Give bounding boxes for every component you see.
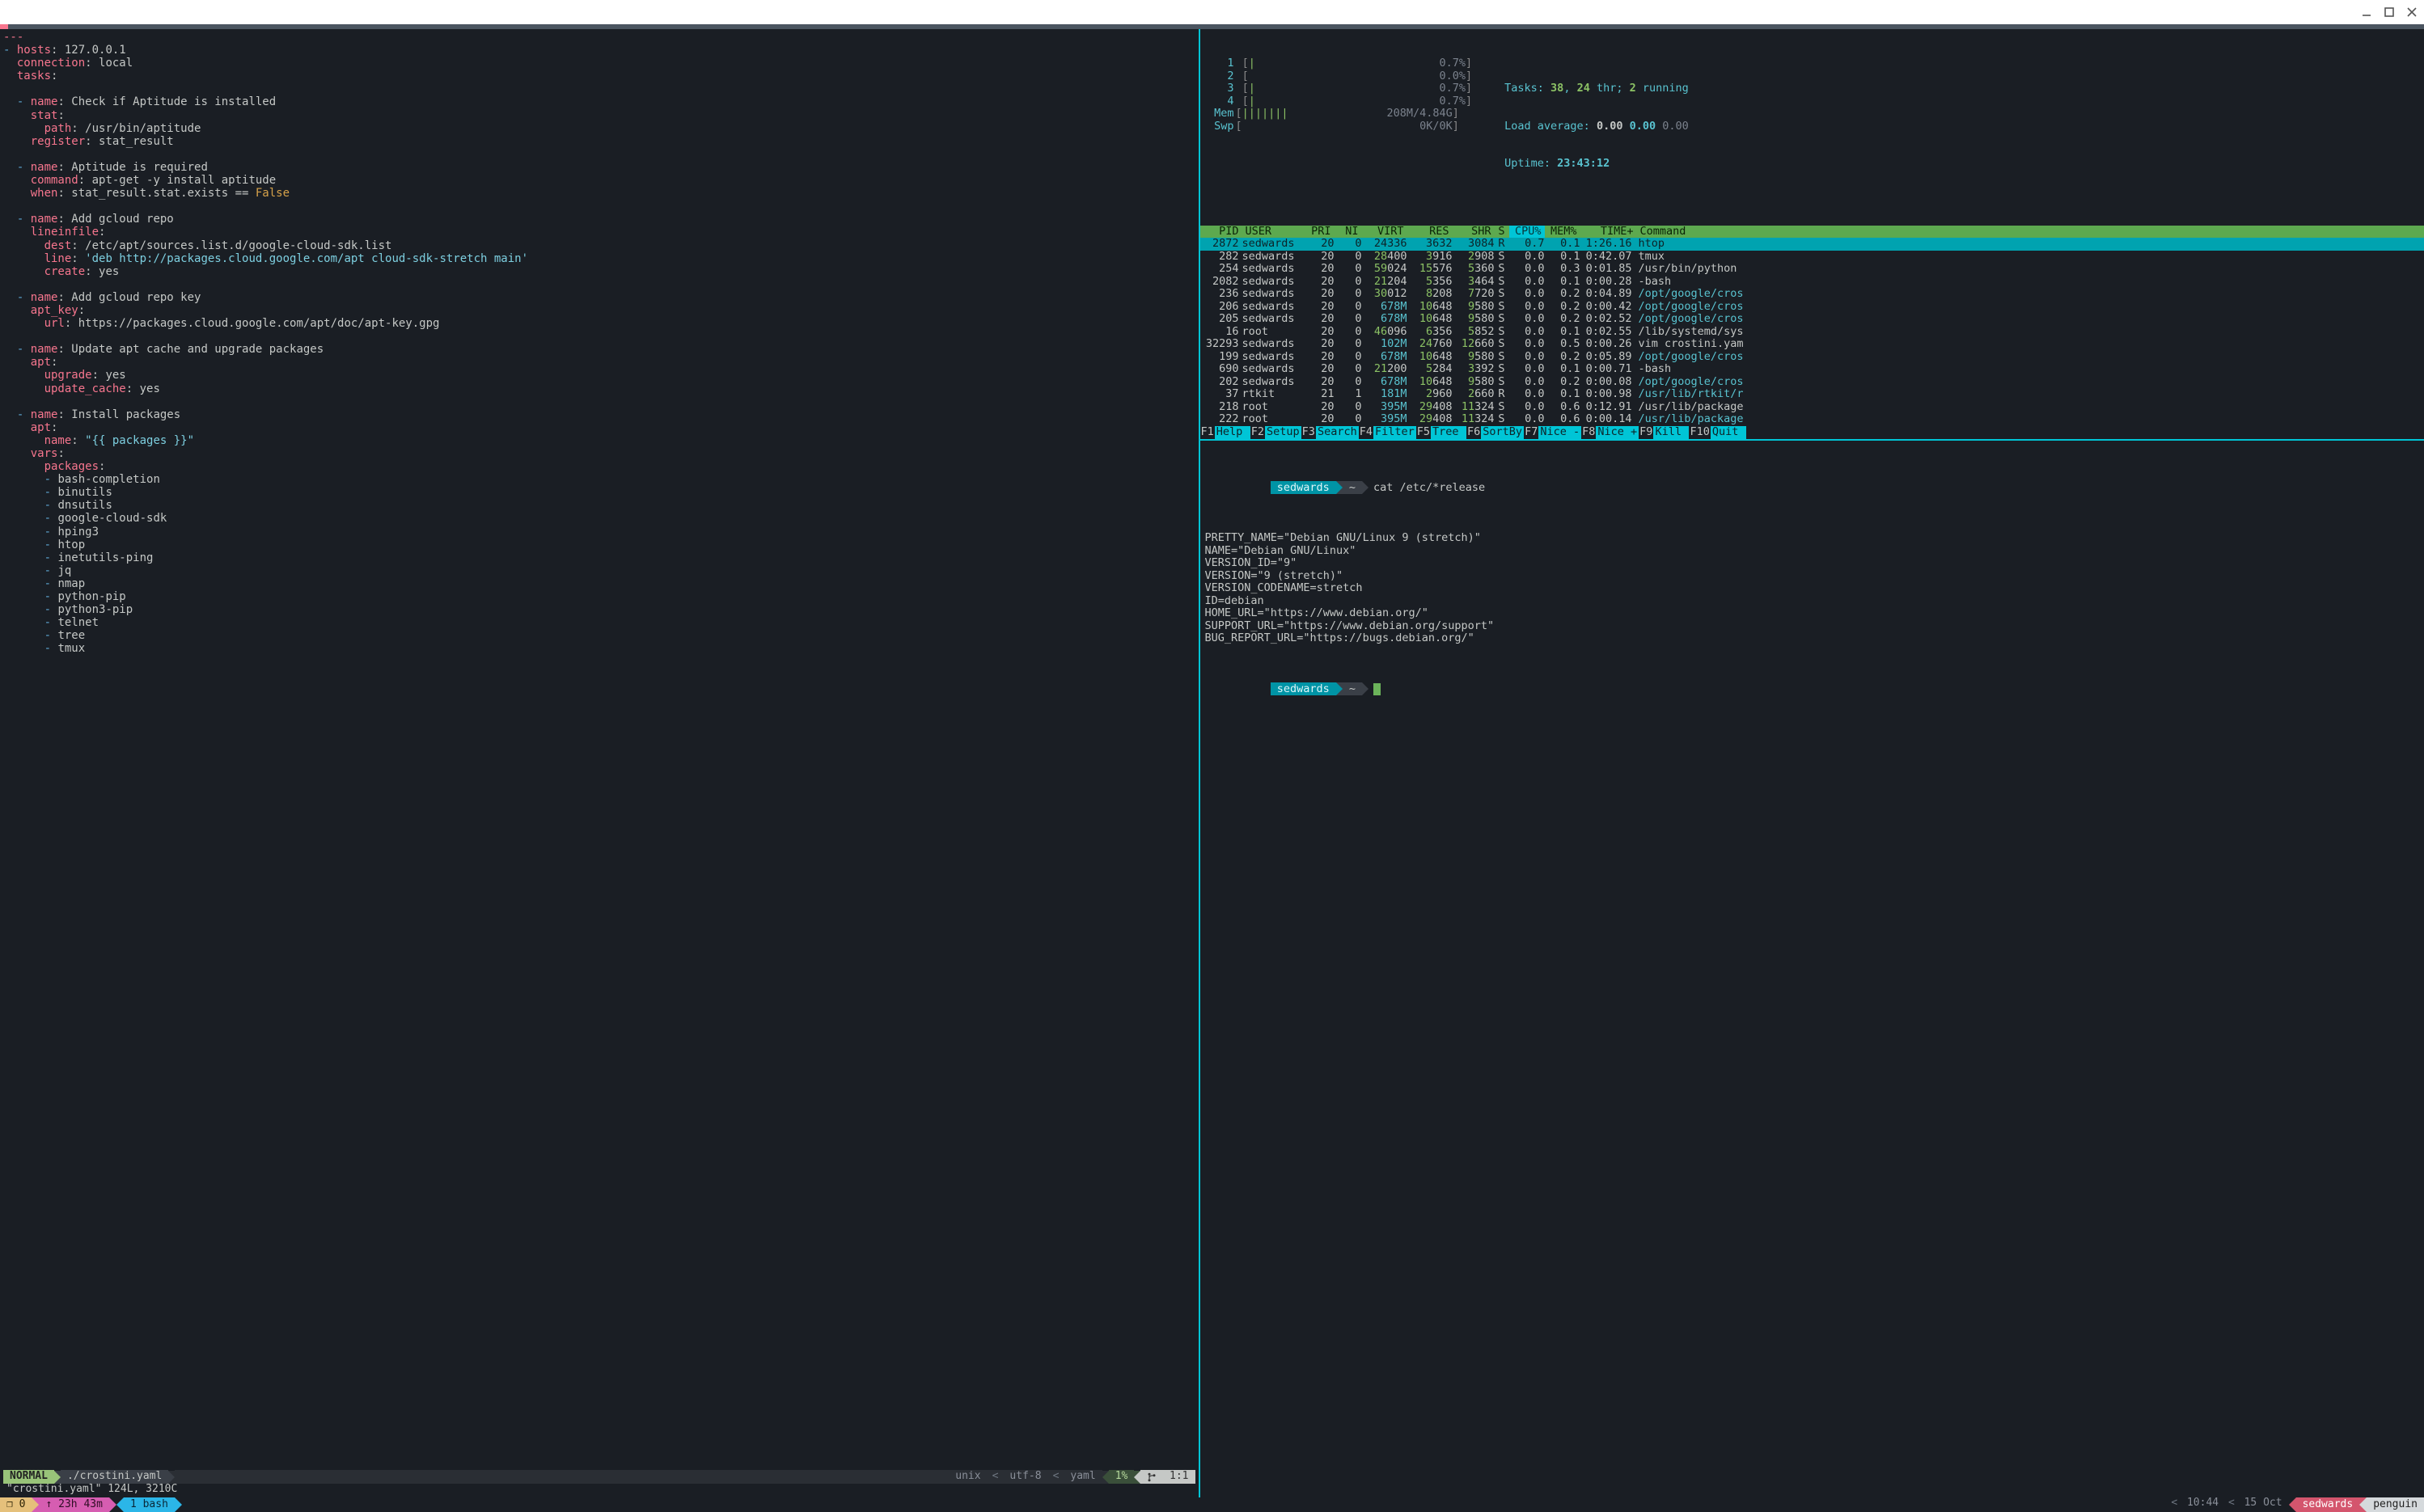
fkey-f2[interactable]: F2Setup bbox=[1250, 426, 1301, 439]
window-titlebar bbox=[0, 0, 2424, 24]
process-row[interactable]: 2872sedwards2002433636323084R0.70.11:26.… bbox=[1200, 238, 2424, 251]
fkey-f5[interactable]: F5Tree bbox=[1416, 426, 1466, 439]
process-row[interactable]: 199sedwards200678M106489580S0.00.20:05.8… bbox=[1200, 351, 2424, 364]
cursor-icon bbox=[1373, 683, 1381, 695]
fkey-f9[interactable]: F9Kill bbox=[1639, 426, 1689, 439]
fkey-f8[interactable]: F8Nice + bbox=[1581, 426, 1639, 439]
process-row[interactable]: 202sedwards200678M106489580S0.00.20:00.0… bbox=[1200, 376, 2424, 389]
vim-mode: NORMAL bbox=[3, 1470, 54, 1484]
tmux-uptime: ↑ 23h 43m bbox=[39, 1497, 108, 1512]
shell-pane[interactable]: sedwards~cat /etc/*release PRETTY_NAME="… bbox=[1200, 441, 2424, 737]
shell-prompt-line: sedwards ~ cat /etc/*release bbox=[1205, 469, 2419, 508]
process-row[interactable]: 32293sedwards200102M2476012660S0.00.50:0… bbox=[1200, 338, 2424, 351]
fkey-f7[interactable]: F7Nice - bbox=[1524, 426, 1581, 439]
maximize-icon[interactable] bbox=[2384, 6, 2395, 18]
process-row[interactable]: 16root2004609663565852S0.00.10:02.55/lib… bbox=[1200, 326, 2424, 339]
vim-percent: 1% bbox=[1109, 1470, 1135, 1484]
vim-editor-content[interactable]: ---- hosts: 127.0.0.1 connection: local … bbox=[3, 31, 1195, 1470]
vim-command-line[interactable]: "crostini.yaml" 124L, 3210C bbox=[3, 1484, 1195, 1497]
htop-meters: 1 [| 0.7%]2 [ 0.0%]3 [| 0.7%]4 [| 0.7%]M… bbox=[1205, 57, 1473, 196]
shell-prompt-line[interactable]: sedwards~ bbox=[1205, 670, 2419, 709]
close-icon[interactable] bbox=[2406, 6, 2418, 18]
htop-sysinfo: Tasks: 38, 24 thr; 2 running Load averag… bbox=[1504, 57, 1689, 196]
fkey-f1[interactable]: F1Help bbox=[1200, 426, 1250, 439]
process-row[interactable]: 2082sedwards2002120453563464S0.00.10:00.… bbox=[1200, 276, 2424, 289]
process-row[interactable]: 205sedwards200678M106489580S0.00.20:02.5… bbox=[1200, 313, 2424, 326]
process-row[interactable]: 236sedwards2003001282087720S0.00.20:04.8… bbox=[1200, 288, 2424, 301]
process-row[interactable]: 37rtkit211181M29602660R0.00.10:00.98/usr… bbox=[1200, 388, 2424, 401]
process-row[interactable]: 222root200395M2940811324S0.00.60:00.14/u… bbox=[1200, 413, 2424, 426]
prompt-user: sedwards bbox=[1271, 481, 1336, 494]
htop-function-keys[interactable]: F1Help F2Setup F3SearchF4FilterF5Tree F6… bbox=[1200, 426, 2424, 439]
vim-line-col: 1:1 bbox=[1140, 1470, 1195, 1484]
vim-pane[interactable]: ---- hosts: 127.0.0.1 connection: local … bbox=[0, 29, 1200, 1497]
fkey-f6[interactable]: F6SortBy bbox=[1466, 426, 1524, 439]
process-row[interactable]: 218root200395M2940811324S0.00.60:12.91/u… bbox=[1200, 401, 2424, 414]
htop-pane[interactable]: 1 [| 0.7%]2 [ 0.0%]3 [| 0.7%]4 [| 0.7%]M… bbox=[1200, 29, 2424, 439]
vim-status-line: NORMAL ./crostini.yaml unix< utf-8< yaml… bbox=[3, 1470, 1195, 1484]
fkey-f3[interactable]: F3Search bbox=[1301, 426, 1359, 439]
tmux-session[interactable]: ❐ 0 bbox=[0, 1497, 32, 1512]
tmux-clock: < 10:44 < 15 Oct bbox=[2161, 1497, 2288, 1512]
vim-file-meta: unix< utf-8< yaml bbox=[175, 1470, 1102, 1484]
process-row[interactable]: 282sedwards2002840039162908S0.00.10:42.0… bbox=[1200, 251, 2424, 264]
fkey-f4[interactable]: F4Filter bbox=[1359, 426, 1416, 439]
tmux-user: sedwards bbox=[2296, 1497, 2360, 1512]
prompt-path: ~ bbox=[1343, 481, 1362, 494]
tmux-window[interactable]: 1 bash bbox=[124, 1497, 175, 1512]
fkey-f10[interactable]: F10Quit bbox=[1689, 426, 1745, 439]
process-row[interactable]: 254sedwards20059024155765360S0.00.30:01.… bbox=[1200, 263, 2424, 276]
minimize-icon[interactable] bbox=[2361, 6, 2372, 18]
process-row[interactable]: 690sedwards2002120052843392S0.00.10:00.7… bbox=[1200, 363, 2424, 376]
tmux-host: penguin bbox=[2367, 1497, 2424, 1512]
vim-filename: ./crostini.yaml bbox=[61, 1470, 168, 1484]
htop-process-list[interactable]: 2872sedwards2002433636323084R0.70.11:26.… bbox=[1200, 238, 2424, 426]
shell-output: PRETTY_NAME="Debian GNU/Linux 9 (stretch… bbox=[1205, 532, 2419, 645]
htop-header-row[interactable]: PIDUSERPRINIVIRTRESSHRSCPU%MEM%TIME+Comm… bbox=[1200, 226, 2424, 239]
shell-command: cat /etc/*release bbox=[1373, 481, 1485, 494]
tmux-status-bar[interactable]: ❐ 0 ↑ 23h 43m 1 bash < 10:44 < 15 Oct se… bbox=[0, 1497, 2424, 1512]
process-row[interactable]: 206sedwards200678M106489580S0.00.20:00.4… bbox=[1200, 301, 2424, 314]
